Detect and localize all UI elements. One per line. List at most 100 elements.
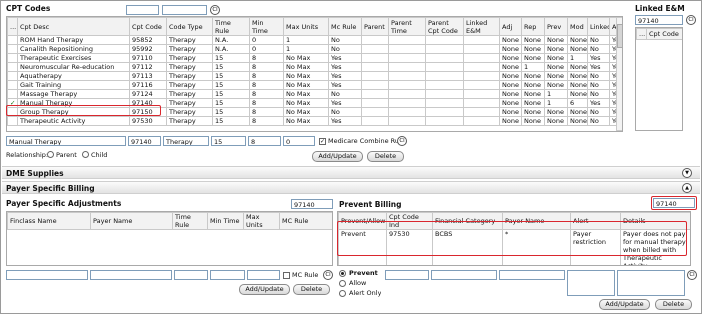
financial-category-input[interactable] (431, 270, 497, 280)
cpt-code-edit-input[interactable]: 97140 (128, 136, 161, 146)
cpt-table-row[interactable]: Therapeutic Exercises 97110 Therapy 15 8 No M… (7, 53, 622, 63)
allow-radio[interactable] (339, 280, 346, 287)
cpt-col-header[interactable]: Parent (361, 17, 389, 36)
payer-adjust-clear-button[interactable]: Cl (323, 270, 333, 280)
cpt-code-ind-input[interactable] (385, 270, 429, 280)
alert-only-radio[interactable] (339, 290, 346, 297)
payer-adjust-col-header[interactable]: MC Rule (279, 212, 332, 230)
payer-adjust-col-header[interactable]: Finclass Name (7, 212, 91, 230)
linked-em-col-header[interactable]: Cpt Code (646, 28, 682, 40)
cpt-table-cell: No (328, 107, 362, 117)
adj-max-units-input[interactable] (247, 270, 280, 280)
cpt-table-cell: Yes (587, 53, 610, 63)
cpt-table-cell: None (544, 44, 568, 54)
cpt-table-row[interactable]: Therapeutic Activity 97530 Therapy 15 8 No Ma… (7, 116, 622, 126)
details-textarea[interactable] (617, 270, 685, 296)
mc-rule-label: MC Rule (292, 271, 319, 279)
cpt-table-row[interactable]: ROM Hand Therapy 95852 Therapy N.A. 0 1 No None… (7, 35, 622, 45)
prevent-add-update-button[interactable]: Add/Update (599, 299, 650, 310)
alert-input[interactable] (567, 270, 615, 296)
medicare-combine-checkbox[interactable]: ✓ (319, 138, 326, 145)
cpt-table-cell: None (521, 35, 545, 45)
cpt-col-header[interactable]: Min Time (249, 17, 284, 36)
cpt-col-header[interactable]: Parent Time (388, 17, 426, 36)
adj-time-rule-input[interactable] (174, 270, 208, 280)
cpt-col-header[interactable]: Linked E&M (463, 17, 500, 36)
prevent-payer-name-input[interactable] (499, 270, 565, 280)
cpt-table-row[interactable]: Canalith Repositioning 95992 Therapy N.A. 0 1… (7, 44, 622, 54)
cpt-table-cell: 8 (249, 53, 284, 63)
payer-adjust-col-header[interactable]: Max Units (243, 212, 280, 230)
cpt-table-cell (463, 116, 500, 126)
min-time-input[interactable]: 8 (248, 136, 281, 146)
cpt-table-cell (361, 71, 389, 81)
cpt-table-row[interactable]: Massage Therapy 97124 Therapy 15 8 No Max No No… (7, 89, 622, 99)
cpt-table-cell: None (544, 62, 568, 72)
dme-expand-icon[interactable]: ▼ (682, 168, 692, 178)
cpt-filter-clear-button[interactable]: Cl (210, 5, 220, 15)
prevent-clear-button[interactable]: Cl (687, 270, 697, 280)
cpt-col-header[interactable]: Adj (499, 17, 522, 36)
cpt-table-row[interactable]: Aquatherapy 97113 Therapy 15 8 No Max Yes None N… (7, 71, 622, 81)
cpt-table-cell (361, 53, 389, 63)
payer-adjust-filter-input[interactable]: 97140 (291, 199, 333, 209)
code-type-select[interactable]: Therapy (163, 136, 209, 146)
payer-billing-collapse-icon[interactable]: ▲ (682, 183, 692, 193)
medicare-combine-clear-button[interactable]: Cl (397, 136, 407, 146)
linked-em-filter-input[interactable]: 97140 (635, 15, 683, 25)
payer-adjust-add-update-button[interactable]: Add/Update (239, 284, 290, 295)
cpt-col-header[interactable]: Cpt Code (129, 17, 167, 36)
linked-em-clear-button[interactable]: Cl (686, 15, 696, 25)
payer-adjust-table: Finclass Name Payer Name Time Rule Min Time… (7, 212, 332, 230)
cpt-table-cell: 8 (249, 71, 284, 81)
cpt-table-cell (361, 107, 389, 117)
cpt-table-row[interactable]: Neuromuscular Re-education 97112 Therapy 15… (7, 62, 622, 72)
cpt-col-header[interactable]: Cpt Desc (17, 17, 130, 36)
cpt-table-cell: None (544, 71, 568, 81)
max-units-input[interactable]: 0 (283, 136, 315, 146)
cpt-table-cell: None (499, 44, 522, 54)
cpt-table-cell: Yes (328, 116, 362, 126)
dme-supplies-bar[interactable]: DME Supplies ▼ (2, 166, 700, 179)
mc-rule-checkbox[interactable] (283, 272, 290, 279)
payer-adjust-delete-button[interactable]: Delete (293, 284, 330, 295)
cpt-delete-button[interactable]: Delete (367, 151, 404, 162)
cpt-col-header[interactable]: Time Rule (212, 17, 250, 36)
cpt-code-filter-input[interactable] (162, 5, 207, 15)
cpt-table-cell: Yes (328, 98, 362, 108)
cpt-col-header[interactable]: Code Type (166, 17, 213, 36)
payer-adjust-col-header[interactable]: Time Rule (172, 212, 208, 230)
cpt-col-header[interactable]: ... (7, 17, 18, 36)
relationship-child-label: Child (91, 151, 108, 159)
cpt-col-header[interactable]: Mc Rule (328, 17, 362, 36)
cpt-grid-scrollbar[interactable] (616, 17, 622, 131)
cpt-col-header[interactable]: Prev (544, 17, 568, 36)
cpt-table-row[interactable]: Gait Training 97116 Therapy 15 8 No Max Yes Non… (7, 80, 622, 90)
prevent-option-label: Prevent (349, 269, 378, 277)
payer-billing-bar[interactable]: Payer Specific Billing ▲ (2, 181, 700, 194)
time-rule-input[interactable]: 15 (211, 136, 246, 146)
payer-adjust-title: Payer Specific Adjustments (6, 199, 122, 208)
cpt-col-header[interactable]: Mod (567, 17, 588, 36)
cpt-table-cell: None (521, 71, 545, 81)
payer-adjust-col-header[interactable]: Payer Name (90, 212, 173, 230)
cpt-table-cell (463, 89, 500, 99)
prevent-delete-button[interactable]: Delete (655, 299, 692, 310)
cpt-table-cell: Therapy (166, 116, 213, 126)
adj-min-time-input[interactable] (210, 270, 245, 280)
finclass-input[interactable] (6, 270, 88, 280)
cpt-col-header[interactable]: Rep (521, 17, 545, 36)
cpt-desc-edit-input[interactable]: Manual Therapy (6, 136, 126, 146)
linked-em-col-header[interactable]: ... (636, 28, 647, 40)
cpt-col-header[interactable]: Linked (587, 17, 610, 36)
prevent-radio[interactable] (339, 270, 346, 277)
cpt-table-cell: Yes (328, 80, 362, 90)
relationship-parent-radio[interactable] (47, 151, 54, 158)
payer-name-input[interactable] (90, 270, 172, 280)
cpt-desc-filter-input[interactable] (126, 5, 159, 15)
payer-adjust-col-header[interactable]: Min Time (207, 212, 244, 230)
relationship-child-radio[interactable] (82, 151, 89, 158)
cpt-col-header[interactable]: Max Units (283, 17, 329, 36)
cpt-col-header[interactable]: Parent Cpt Code (425, 17, 464, 36)
cpt-add-update-button[interactable]: Add/Update (312, 151, 363, 162)
